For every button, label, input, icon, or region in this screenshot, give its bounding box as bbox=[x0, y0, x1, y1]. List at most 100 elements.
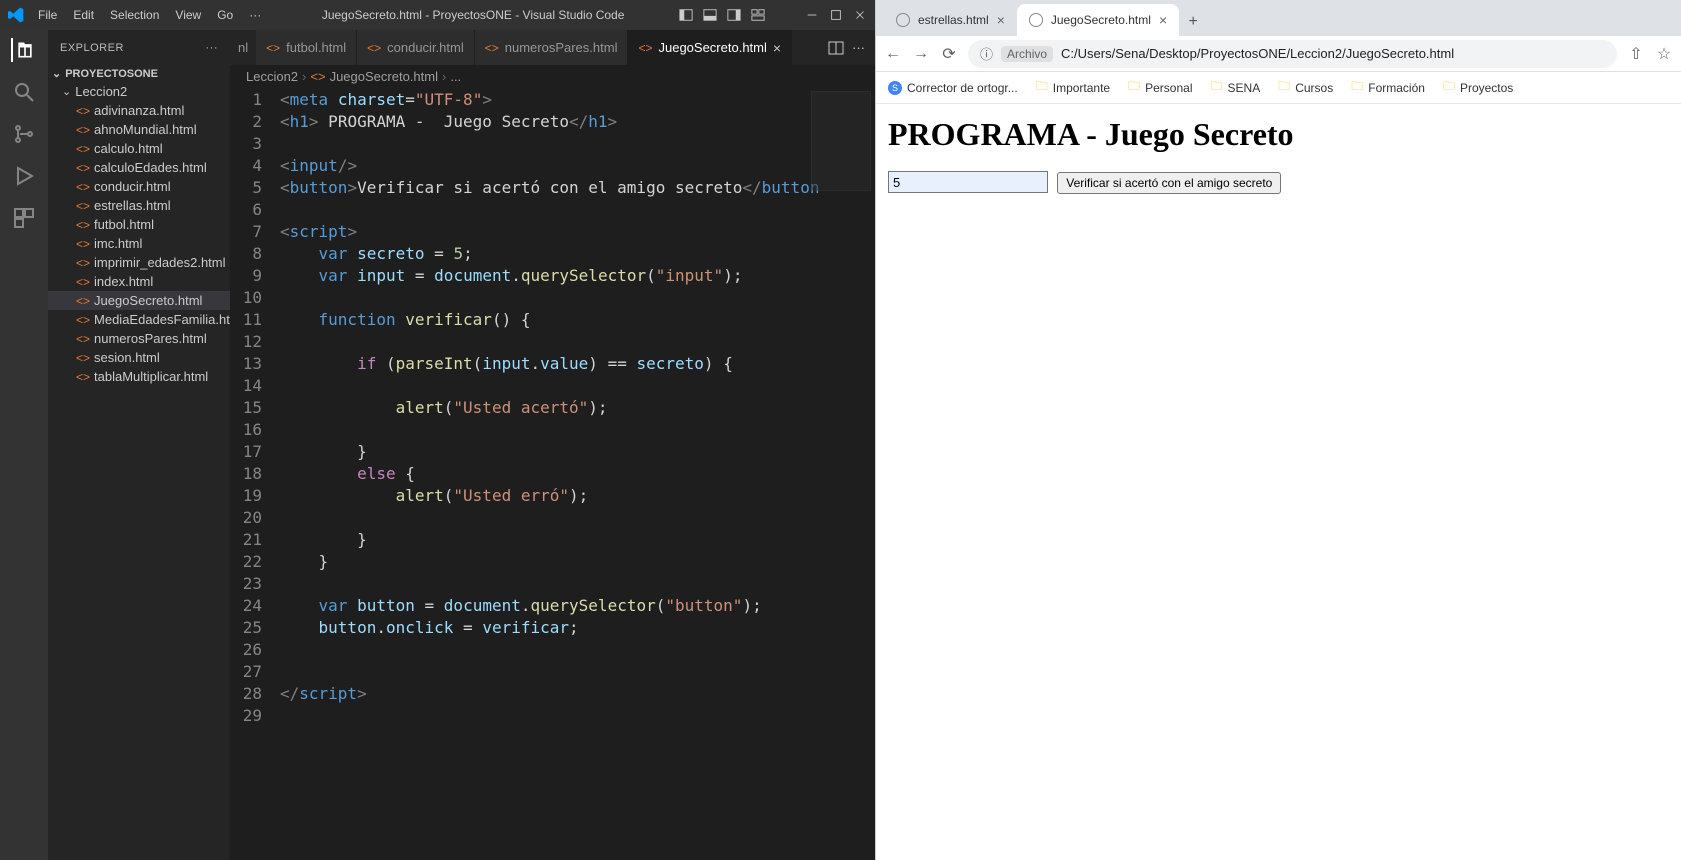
tab-label: futbol.html bbox=[286, 40, 346, 55]
browser-tab-label: estrellas.html bbox=[918, 13, 989, 27]
file-row[interactable]: <>imc.html bbox=[48, 234, 230, 253]
html-file-icon: <> bbox=[76, 218, 90, 232]
html-file-icon: <> bbox=[76, 142, 90, 156]
activity-bar bbox=[0, 30, 48, 860]
search-icon[interactable] bbox=[12, 80, 36, 104]
file-row[interactable]: <>sesion.html bbox=[48, 348, 230, 367]
layout-icon[interactable] bbox=[751, 8, 765, 22]
explorer-icon[interactable] bbox=[11, 38, 35, 62]
editor-tab[interactable]: <>conducir.html bbox=[357, 30, 475, 65]
menu-item[interactable]: Go bbox=[211, 4, 239, 26]
source-control-icon[interactable] bbox=[12, 122, 36, 146]
file-name: tablaMultiplicar.html bbox=[94, 369, 208, 384]
menu-item[interactable]: Edit bbox=[67, 4, 100, 26]
html-file-icon: <> bbox=[310, 69, 325, 84]
code-content[interactable]: <meta charset="UTF-8"><h1> PROGRAMA - Ju… bbox=[280, 87, 875, 860]
chevron-down-icon: ⌄ bbox=[62, 85, 71, 98]
file-row[interactable]: <>JuegoSecreto.html bbox=[48, 291, 230, 310]
bookmark-item[interactable]: 🗀Importante bbox=[1036, 77, 1110, 98]
chevron-right-icon: › bbox=[302, 69, 306, 84]
file-row[interactable]: <> calculo.html bbox=[48, 139, 230, 158]
minimap[interactable] bbox=[811, 91, 871, 191]
maximize-icon[interactable] bbox=[829, 8, 843, 22]
breadcrumbs[interactable]: Leccion2 › <> JuegoSecreto.html › ... bbox=[230, 65, 875, 87]
file-row[interactable]: <>MediaEdadesFamilia.html bbox=[48, 310, 230, 329]
browser-tab[interactable]: JuegoSecreto.html × bbox=[1017, 4, 1179, 36]
file-name: ahnoMundial.html bbox=[94, 122, 197, 137]
editor-tab[interactable]: <> JuegoSecreto.html × bbox=[628, 30, 792, 65]
bookmark-item[interactable]: 🗀SENA bbox=[1211, 77, 1261, 98]
folder-icon: 🗀 bbox=[1351, 77, 1363, 98]
minimize-icon[interactable] bbox=[805, 8, 819, 22]
html-file-icon: <> bbox=[485, 41, 499, 55]
browser-tab[interactable]: estrellas.html × bbox=[884, 4, 1017, 36]
bookmark-item[interactable]: SCorrector de ortogr... bbox=[888, 81, 1018, 95]
folder-icon: 🗀 bbox=[1443, 77, 1455, 98]
editor-tabs: nl<>futbol.html<>conducir.html<>numerosP… bbox=[230, 30, 875, 65]
menu-item[interactable]: Selection bbox=[104, 4, 165, 26]
file-row[interactable]: <> futbol.html bbox=[48, 215, 230, 234]
tab-label: JuegoSecreto.html bbox=[658, 40, 766, 55]
bookmark-item[interactable]: 🗀Personal bbox=[1128, 77, 1192, 98]
close-icon[interactable] bbox=[853, 8, 867, 22]
back-icon[interactable]: ← bbox=[884, 45, 902, 63]
html-file-icon: <> bbox=[76, 332, 90, 346]
code-editor[interactable]: 1234567891011121314151617181920212223242… bbox=[230, 87, 875, 860]
html-file-icon: <> bbox=[76, 313, 90, 327]
run-debug-icon[interactable] bbox=[12, 164, 36, 188]
share-icon[interactable]: ⇧ bbox=[1627, 44, 1645, 64]
file-row[interactable]: <>numerosPares.html bbox=[48, 329, 230, 348]
file-row[interactable]: <>conducir.html bbox=[48, 177, 230, 196]
folder-row[interactable]: ⌄ Leccion2 bbox=[48, 82, 230, 101]
editor-tab[interactable]: <>futbol.html bbox=[256, 30, 357, 65]
file-name: futbol.html bbox=[94, 217, 154, 232]
html-file-icon: <> bbox=[76, 123, 90, 137]
browser-tab-label: JuegoSecreto.html bbox=[1051, 13, 1151, 27]
menu-item[interactable]: File bbox=[32, 4, 63, 26]
panel-right-icon[interactable] bbox=[727, 8, 741, 22]
bookmark-item[interactable]: 🗀Cursos bbox=[1278, 77, 1333, 98]
panel-bottom-icon[interactable] bbox=[703, 8, 717, 22]
extensions-icon[interactable] bbox=[12, 206, 36, 230]
more-icon[interactable]: ··· bbox=[206, 42, 219, 54]
menu-item[interactable]: ··· bbox=[243, 4, 267, 26]
page-input[interactable] bbox=[888, 171, 1048, 193]
bookmark-label: Formación bbox=[1368, 81, 1425, 95]
file-name: calculo.html bbox=[94, 141, 163, 156]
folder-icon: 🗀 bbox=[1128, 77, 1140, 98]
tab-fragment[interactable]: nl bbox=[230, 40, 256, 55]
bookmark-label: Proyectos bbox=[1460, 81, 1513, 95]
bookmark-item[interactable]: 🗀 Formación bbox=[1351, 77, 1425, 98]
url-text: C:/Users/Sena/Desktop/ProyectosONE/Lecci… bbox=[1061, 46, 1454, 61]
panel-left-icon[interactable] bbox=[679, 8, 693, 22]
file-row[interactable]: <>tablaMultiplicar.html bbox=[48, 367, 230, 386]
address-bar[interactable]: ⓘ Archivo C:/Users/Sena/Desktop/Proyecto… bbox=[968, 40, 1617, 68]
file-row[interactable]: <>calculoEdades.html bbox=[48, 158, 230, 177]
split-editor-icon[interactable] bbox=[828, 40, 844, 56]
menu-item[interactable]: View bbox=[169, 4, 207, 26]
bookmark-item[interactable]: 🗀 Proyectos bbox=[1443, 77, 1513, 98]
close-icon[interactable]: × bbox=[773, 40, 781, 56]
html-file-icon: <> bbox=[76, 351, 90, 365]
file-row[interactable]: <>index.html bbox=[48, 272, 230, 291]
star-icon[interactable]: ☆ bbox=[1655, 44, 1673, 64]
new-tab-button[interactable]: + bbox=[1179, 8, 1207, 36]
reload-icon[interactable]: ⟳ bbox=[940, 44, 958, 64]
chevron-right-icon: › bbox=[442, 69, 446, 84]
info-icon: ⓘ bbox=[980, 44, 993, 63]
file-row[interactable]: <>adivinanza.html bbox=[48, 101, 230, 120]
project-header[interactable]: ⌄ PROYECTOSONE bbox=[48, 65, 230, 82]
html-file-icon: <> bbox=[638, 41, 652, 55]
file-row[interactable]: <>imprimir_edades2.html bbox=[48, 253, 230, 272]
bookmark-label: Importante bbox=[1053, 81, 1110, 95]
html-file-icon: <> bbox=[367, 41, 381, 55]
forward-icon[interactable]: → bbox=[912, 45, 930, 63]
close-icon[interactable]: × bbox=[1159, 12, 1167, 28]
page-verify-button[interactable]: Verificar si acertó con el amigo secreto bbox=[1057, 172, 1281, 194]
file-row[interactable]: <> ahnoMundial.html bbox=[48, 120, 230, 139]
file-row[interactable]: <>estrellas.html bbox=[48, 196, 230, 215]
close-icon[interactable]: × bbox=[997, 12, 1005, 28]
more-icon[interactable]: ··· bbox=[852, 40, 865, 56]
titlebar: FileEditSelectionViewGo··· JuegoSecreto.… bbox=[0, 0, 875, 30]
editor-tab[interactable]: <>numerosPares.html bbox=[475, 30, 629, 65]
